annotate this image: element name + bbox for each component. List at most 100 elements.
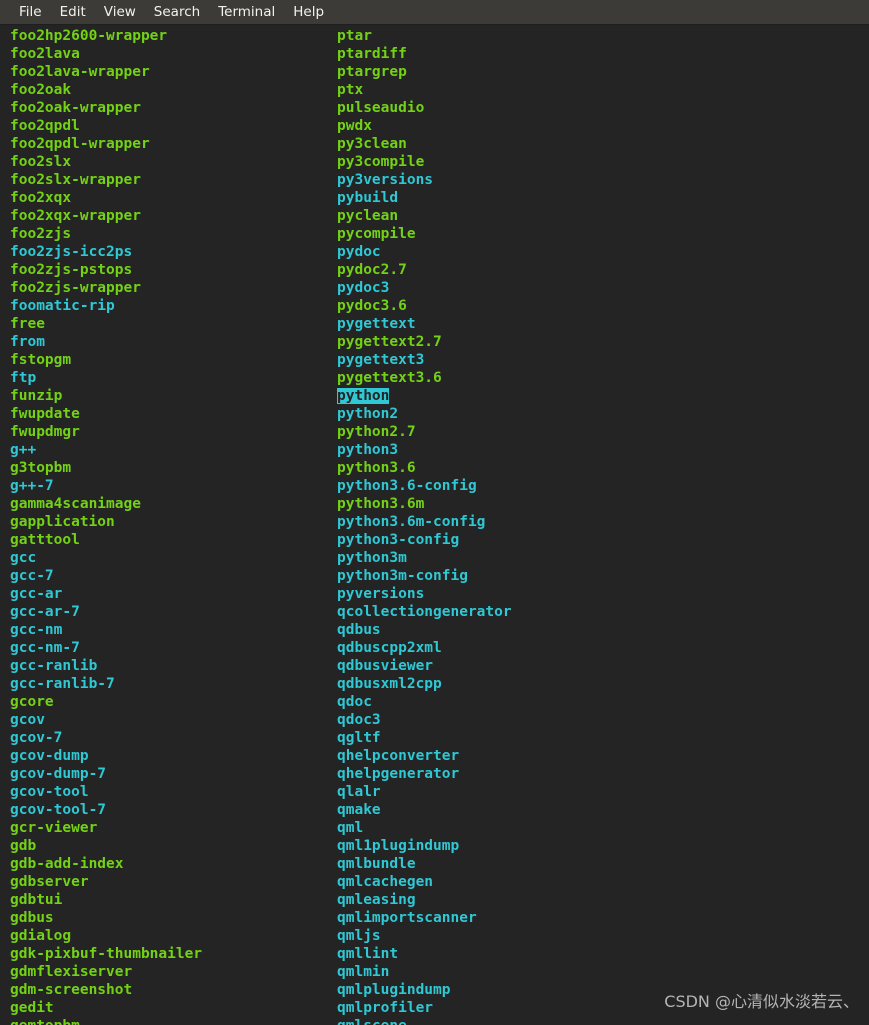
completion-entry[interactable]: gdialog	[10, 928, 71, 944]
completion-entry[interactable]: python3.6	[337, 460, 416, 476]
completion-entry[interactable]: gamma4scanimage	[10, 496, 141, 512]
menu-file[interactable]: File	[10, 0, 51, 25]
completion-entry[interactable]: ptx	[337, 82, 363, 98]
completion-entry[interactable]: qmlplugindump	[337, 982, 451, 998]
completion-entry[interactable]: gcov-tool-7	[10, 802, 106, 818]
completion-entry[interactable]: gdbus	[10, 910, 54, 926]
completion-entry[interactable]: pygettext3.6	[337, 370, 442, 386]
menu-search[interactable]: Search	[145, 0, 209, 25]
completion-entry[interactable]: qmleasing	[337, 892, 416, 908]
completion-entry[interactable]: pwdx	[337, 118, 372, 134]
completion-entry[interactable]: qlalr	[337, 784, 381, 800]
completion-entry[interactable]: g++	[10, 442, 36, 458]
completion-entry[interactable]: foo2lava-wrapper	[10, 64, 150, 80]
completion-entry[interactable]: foo2zjs-pstops	[10, 262, 132, 278]
completion-entry[interactable]: g++-7	[10, 478, 54, 494]
completion-entry[interactable]: foo2zjs-icc2ps	[10, 244, 132, 260]
completion-entry[interactable]: qmlprofiler	[337, 1000, 433, 1016]
completion-entry[interactable]: gcc-ar	[10, 586, 62, 602]
completion-entry-selected[interactable]: python	[337, 388, 390, 404]
completion-entry[interactable]: foo2zjs-wrapper	[10, 280, 141, 296]
completion-entry[interactable]: pydoc2.7	[337, 262, 407, 278]
completion-entry[interactable]: pydoc3	[337, 280, 389, 296]
completion-entry[interactable]: gdmflexiserver	[10, 964, 132, 980]
completion-entry[interactable]: python3.6m	[337, 496, 424, 512]
completion-entry[interactable]: gdbserver	[10, 874, 89, 890]
menu-help[interactable]: Help	[284, 0, 333, 25]
completion-entry[interactable]: gcov-dump	[10, 748, 89, 764]
completion-entry[interactable]: pydoc3.6	[337, 298, 407, 314]
completion-entry[interactable]: qcollectiongenerator	[337, 604, 512, 620]
completion-entry[interactable]: qdbus	[337, 622, 381, 638]
completion-entry[interactable]: python3m-config	[337, 568, 468, 584]
completion-entry[interactable]: ftp	[10, 370, 36, 386]
completion-entry[interactable]: pydoc	[337, 244, 381, 260]
completion-entry[interactable]: qml1plugindump	[337, 838, 459, 854]
completion-entry[interactable]: foo2xqx-wrapper	[10, 208, 141, 224]
completion-entry[interactable]: python3m	[337, 550, 407, 566]
completion-entry[interactable]: ptar	[337, 28, 372, 44]
completion-entry[interactable]: pyversions	[337, 586, 424, 602]
completion-entry[interactable]: foo2qpdl-wrapper	[10, 136, 150, 152]
completion-entry[interactable]: qmlcachegen	[337, 874, 433, 890]
completion-entry[interactable]: foo2qpdl	[10, 118, 80, 134]
completion-entry[interactable]: gemtopbm	[10, 1018, 80, 1025]
completion-entry[interactable]: gcore	[10, 694, 54, 710]
completion-entry[interactable]: fwupdmgr	[10, 424, 80, 440]
completion-entry[interactable]: ptargrep	[337, 64, 407, 80]
completion-entry[interactable]: qmlbundle	[337, 856, 416, 872]
completion-entry[interactable]: qdbuscpp2xml	[337, 640, 442, 656]
completion-entry[interactable]: foo2oak	[10, 82, 71, 98]
completion-entry[interactable]: qml	[337, 820, 363, 836]
completion-entry[interactable]: gcc-ranlib-7	[10, 676, 115, 692]
completion-entry[interactable]: gapplication	[10, 514, 115, 530]
completion-entry[interactable]: funzip	[10, 388, 62, 404]
completion-entry[interactable]: py3versions	[337, 172, 433, 188]
completion-entry[interactable]: qmlscene	[337, 1018, 407, 1025]
completion-entry[interactable]: qmljs	[337, 928, 381, 944]
completion-entry[interactable]: foo2lava	[10, 46, 80, 62]
completion-entry[interactable]: pybuild	[337, 190, 398, 206]
completion-entry[interactable]: qdoc3	[337, 712, 381, 728]
terminal-screen[interactable]: foo2hp2600-wrapper foo2lava foo2lava-wrapp…	[0, 25, 869, 1025]
completion-entry[interactable]: gcc-ar-7	[10, 604, 80, 620]
completion-entry[interactable]: qdbusxml2cpp	[337, 676, 442, 692]
completion-entry[interactable]: qgltf	[337, 730, 381, 746]
completion-entry[interactable]: fwupdate	[10, 406, 80, 422]
completion-entry[interactable]: foo2xqx	[10, 190, 71, 206]
completion-entry[interactable]: gcov-dump-7	[10, 766, 106, 782]
completion-entry[interactable]: gcc-7	[10, 568, 54, 584]
completion-entry[interactable]: pyclean	[337, 208, 398, 224]
completion-entry[interactable]: gcr-viewer	[10, 820, 97, 836]
completion-entry[interactable]: foo2slx	[10, 154, 71, 170]
completion-entry[interactable]: gcc-nm	[10, 622, 62, 638]
completion-entry[interactable]: pygettext	[337, 316, 416, 332]
completion-entry[interactable]: qdoc	[337, 694, 372, 710]
completion-entry[interactable]: gdb-add-index	[10, 856, 124, 872]
completion-entry[interactable]: python2	[337, 406, 398, 422]
completion-entry[interactable]: python3	[337, 442, 398, 458]
completion-entry[interactable]: qdbusviewer	[337, 658, 433, 674]
completion-entry[interactable]: py3compile	[337, 154, 424, 170]
completion-entry[interactable]: pygettext3	[337, 352, 424, 368]
completion-entry[interactable]: g3topbm	[10, 460, 71, 476]
completion-entry[interactable]: pycompile	[337, 226, 416, 242]
completion-entry[interactable]: foo2oak-wrapper	[10, 100, 141, 116]
completion-entry[interactable]: gcov-tool	[10, 784, 89, 800]
completion-entry[interactable]: gcov	[10, 712, 45, 728]
completion-entry[interactable]: gatttool	[10, 532, 80, 548]
completion-entry[interactable]: pulseaudio	[337, 100, 424, 116]
completion-entry[interactable]: py3clean	[337, 136, 407, 152]
menu-view[interactable]: View	[95, 0, 145, 25]
completion-entry[interactable]: foo2hp2600-wrapper	[10, 28, 167, 44]
completion-entry[interactable]: foo2slx-wrapper	[10, 172, 141, 188]
menu-terminal[interactable]: Terminal	[209, 0, 284, 25]
completion-entry[interactable]: python3-config	[337, 532, 459, 548]
completion-entry[interactable]: qmake	[337, 802, 381, 818]
completion-entry[interactable]: qmllint	[337, 946, 398, 962]
completion-entry[interactable]: foo2zjs	[10, 226, 71, 242]
completion-entry[interactable]: gdb	[10, 838, 36, 854]
completion-entry[interactable]: qmlimportscanner	[337, 910, 477, 926]
completion-entry[interactable]: gcc-ranlib	[10, 658, 97, 674]
completion-entry[interactable]: python3.6m-config	[337, 514, 485, 530]
